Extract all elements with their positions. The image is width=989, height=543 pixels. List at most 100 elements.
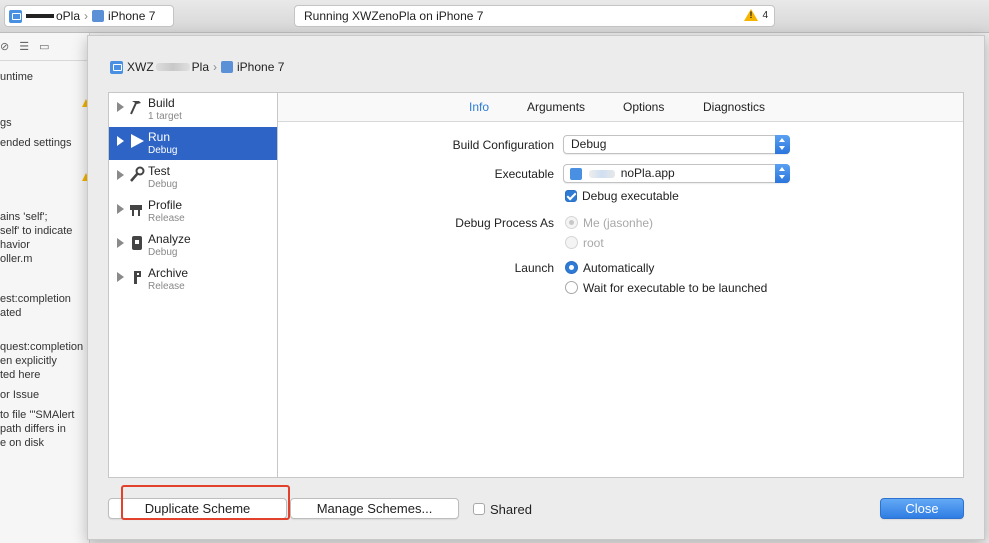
tab-diagnostics[interactable]: Diagnostics [703, 100, 765, 114]
launch-wait-radio[interactable] [565, 281, 578, 294]
navigator-line: ains 'self'; [0, 211, 48, 223]
action-subtitle: Debug [148, 145, 178, 156]
build-config-popup[interactable]: Debug [563, 135, 790, 154]
action-name: Run [148, 130, 171, 144]
play-icon [131, 134, 144, 148]
action-build[interactable]: Build 1 target [109, 93, 277, 126]
build-config-value: Debug [571, 137, 607, 151]
redacted-text [155, 63, 190, 71]
executable-label: Executable [494, 167, 554, 181]
chevron-right-icon: › [84, 9, 89, 23]
action-analyze[interactable]: Analyze Debug [109, 229, 277, 262]
action-subtitle: Debug [148, 247, 178, 258]
launch-wait-label: Wait for executable to be launched [583, 281, 768, 295]
hammer-icon [130, 101, 141, 115]
issue-navigator: ⊘ ☰ ▭ untime gs ended settings ains 'sel… [0, 33, 90, 543]
executable-popup[interactable]: noPla.app [563, 164, 790, 183]
action-profile[interactable]: Profile Release [109, 195, 277, 228]
disclosure-triangle-icon[interactable] [117, 272, 124, 282]
archive-icon [134, 271, 141, 284]
analyze-icon [132, 236, 142, 250]
navigator-line: path differs in [0, 423, 66, 435]
launch-label: Launch [514, 261, 554, 275]
phone-icon [221, 61, 234, 73]
navigator-line: quest:completion [0, 341, 84, 353]
xcode-toolbar: oPla › iPhone 7 Running XWZenoPla on iPh… [0, 0, 989, 33]
popup-stepper-icon [775, 135, 790, 154]
debug-process-me-radio[interactable] [565, 216, 578, 229]
tag-icon[interactable]: ▭ [39, 40, 49, 53]
scheme-selector[interactable]: oPla › iPhone 7 [4, 5, 174, 27]
action-subtitle: Release [148, 213, 185, 224]
action-archive[interactable]: Archive Release [109, 263, 277, 296]
redacted-text [589, 169, 616, 178]
navigator-line: or Issue [0, 389, 40, 401]
popup-stepper-icon [775, 164, 790, 183]
filter-icon[interactable]: ⊘ [0, 40, 9, 53]
shared-label: Shared [490, 502, 532, 517]
phone-icon [92, 10, 105, 22]
redacted-scheme-name [26, 14, 54, 18]
launch-automatically-label: Automatically [583, 261, 655, 275]
breadcrumb-device: iPhone 7 [237, 60, 285, 74]
breadcrumb-project-tail: Pla [191, 60, 210, 74]
navigator-iconbar: ⊘ ☰ ▭ [0, 33, 89, 61]
tab-info[interactable]: Info [469, 100, 489, 114]
config-tabbar: Info Arguments Options Diagnostics [278, 93, 963, 122]
disclosure-triangle-icon[interactable] [117, 204, 124, 214]
action-name: Archive [148, 266, 189, 280]
navigator-line: gs [0, 117, 12, 129]
debug-process-root-radio[interactable] [565, 236, 578, 249]
wrench-icon [130, 166, 145, 182]
navigator-line: en explicitly [0, 355, 57, 367]
debug-executable-label: Debug executable [582, 189, 679, 203]
disclosure-triangle-icon[interactable] [117, 170, 124, 180]
run-config-panel: Info Arguments Options Diagnostics Build… [278, 92, 964, 478]
action-name: Build [148, 96, 175, 110]
tab-options[interactable]: Options [623, 100, 664, 114]
navigator-line: self' to indicate [0, 225, 73, 237]
warning-count: 4 [762, 9, 768, 21]
list-icon[interactable]: ☰ [19, 40, 29, 53]
launch-automatically-radio[interactable] [565, 261, 578, 274]
warning-indicator[interactable]: 4 [744, 9, 768, 21]
debug-executable-checkbox[interactable] [565, 190, 577, 202]
instruments-icon [130, 205, 142, 216]
manage-schemes-button[interactable]: Manage Schemes... [290, 498, 459, 519]
chevron-right-icon: › [213, 60, 218, 74]
action-subtitle: 1 target [148, 111, 182, 122]
app-icon [110, 60, 123, 74]
navigator-line: oller.m [0, 253, 33, 265]
disclosure-triangle-icon[interactable] [117, 136, 124, 146]
warning-icon [744, 9, 759, 21]
app-icon [9, 9, 22, 23]
build-config-label: Build Configuration [452, 138, 554, 152]
action-test[interactable]: Test Debug [109, 161, 277, 194]
close-button[interactable]: Close [880, 498, 964, 519]
activity-status: Running XWZenoPla on iPhone 7 4 [294, 5, 775, 27]
executable-value: noPla.app [620, 166, 675, 180]
shared-checkbox[interactable] [473, 503, 485, 515]
action-name: Profile [148, 198, 183, 212]
navigator-line: havior [0, 239, 30, 251]
app-icon [570, 167, 582, 180]
disclosure-triangle-icon[interactable] [117, 238, 124, 248]
action-subtitle: Release [148, 281, 185, 292]
breadcrumb-project: XWZ [127, 60, 154, 74]
disclosure-triangle-icon[interactable] [117, 102, 124, 112]
navigator-line: to file '"SMAlert [0, 409, 75, 421]
debug-process-label: Debug Process As [455, 216, 554, 230]
scheme-name: oPla [56, 9, 81, 23]
scheme-breadcrumb[interactable]: XWZ Pla › iPhone 7 [110, 60, 284, 74]
action-run[interactable]: Run Debug [109, 127, 277, 160]
action-subtitle: Debug [148, 179, 178, 190]
scheme-editor-sheet: XWZ Pla › iPhone 7 Build 1 target Run De… [87, 35, 985, 540]
navigator-line: untime [0, 71, 34, 83]
navigator-line: ted here [0, 369, 41, 381]
navigator-line: ated [0, 307, 22, 319]
navigator-line: e on disk [0, 437, 45, 449]
action-name: Analyze [148, 232, 191, 246]
action-name: Test [148, 164, 171, 178]
navigator-line: est:completion [0, 293, 71, 305]
tab-arguments[interactable]: Arguments [527, 100, 585, 114]
